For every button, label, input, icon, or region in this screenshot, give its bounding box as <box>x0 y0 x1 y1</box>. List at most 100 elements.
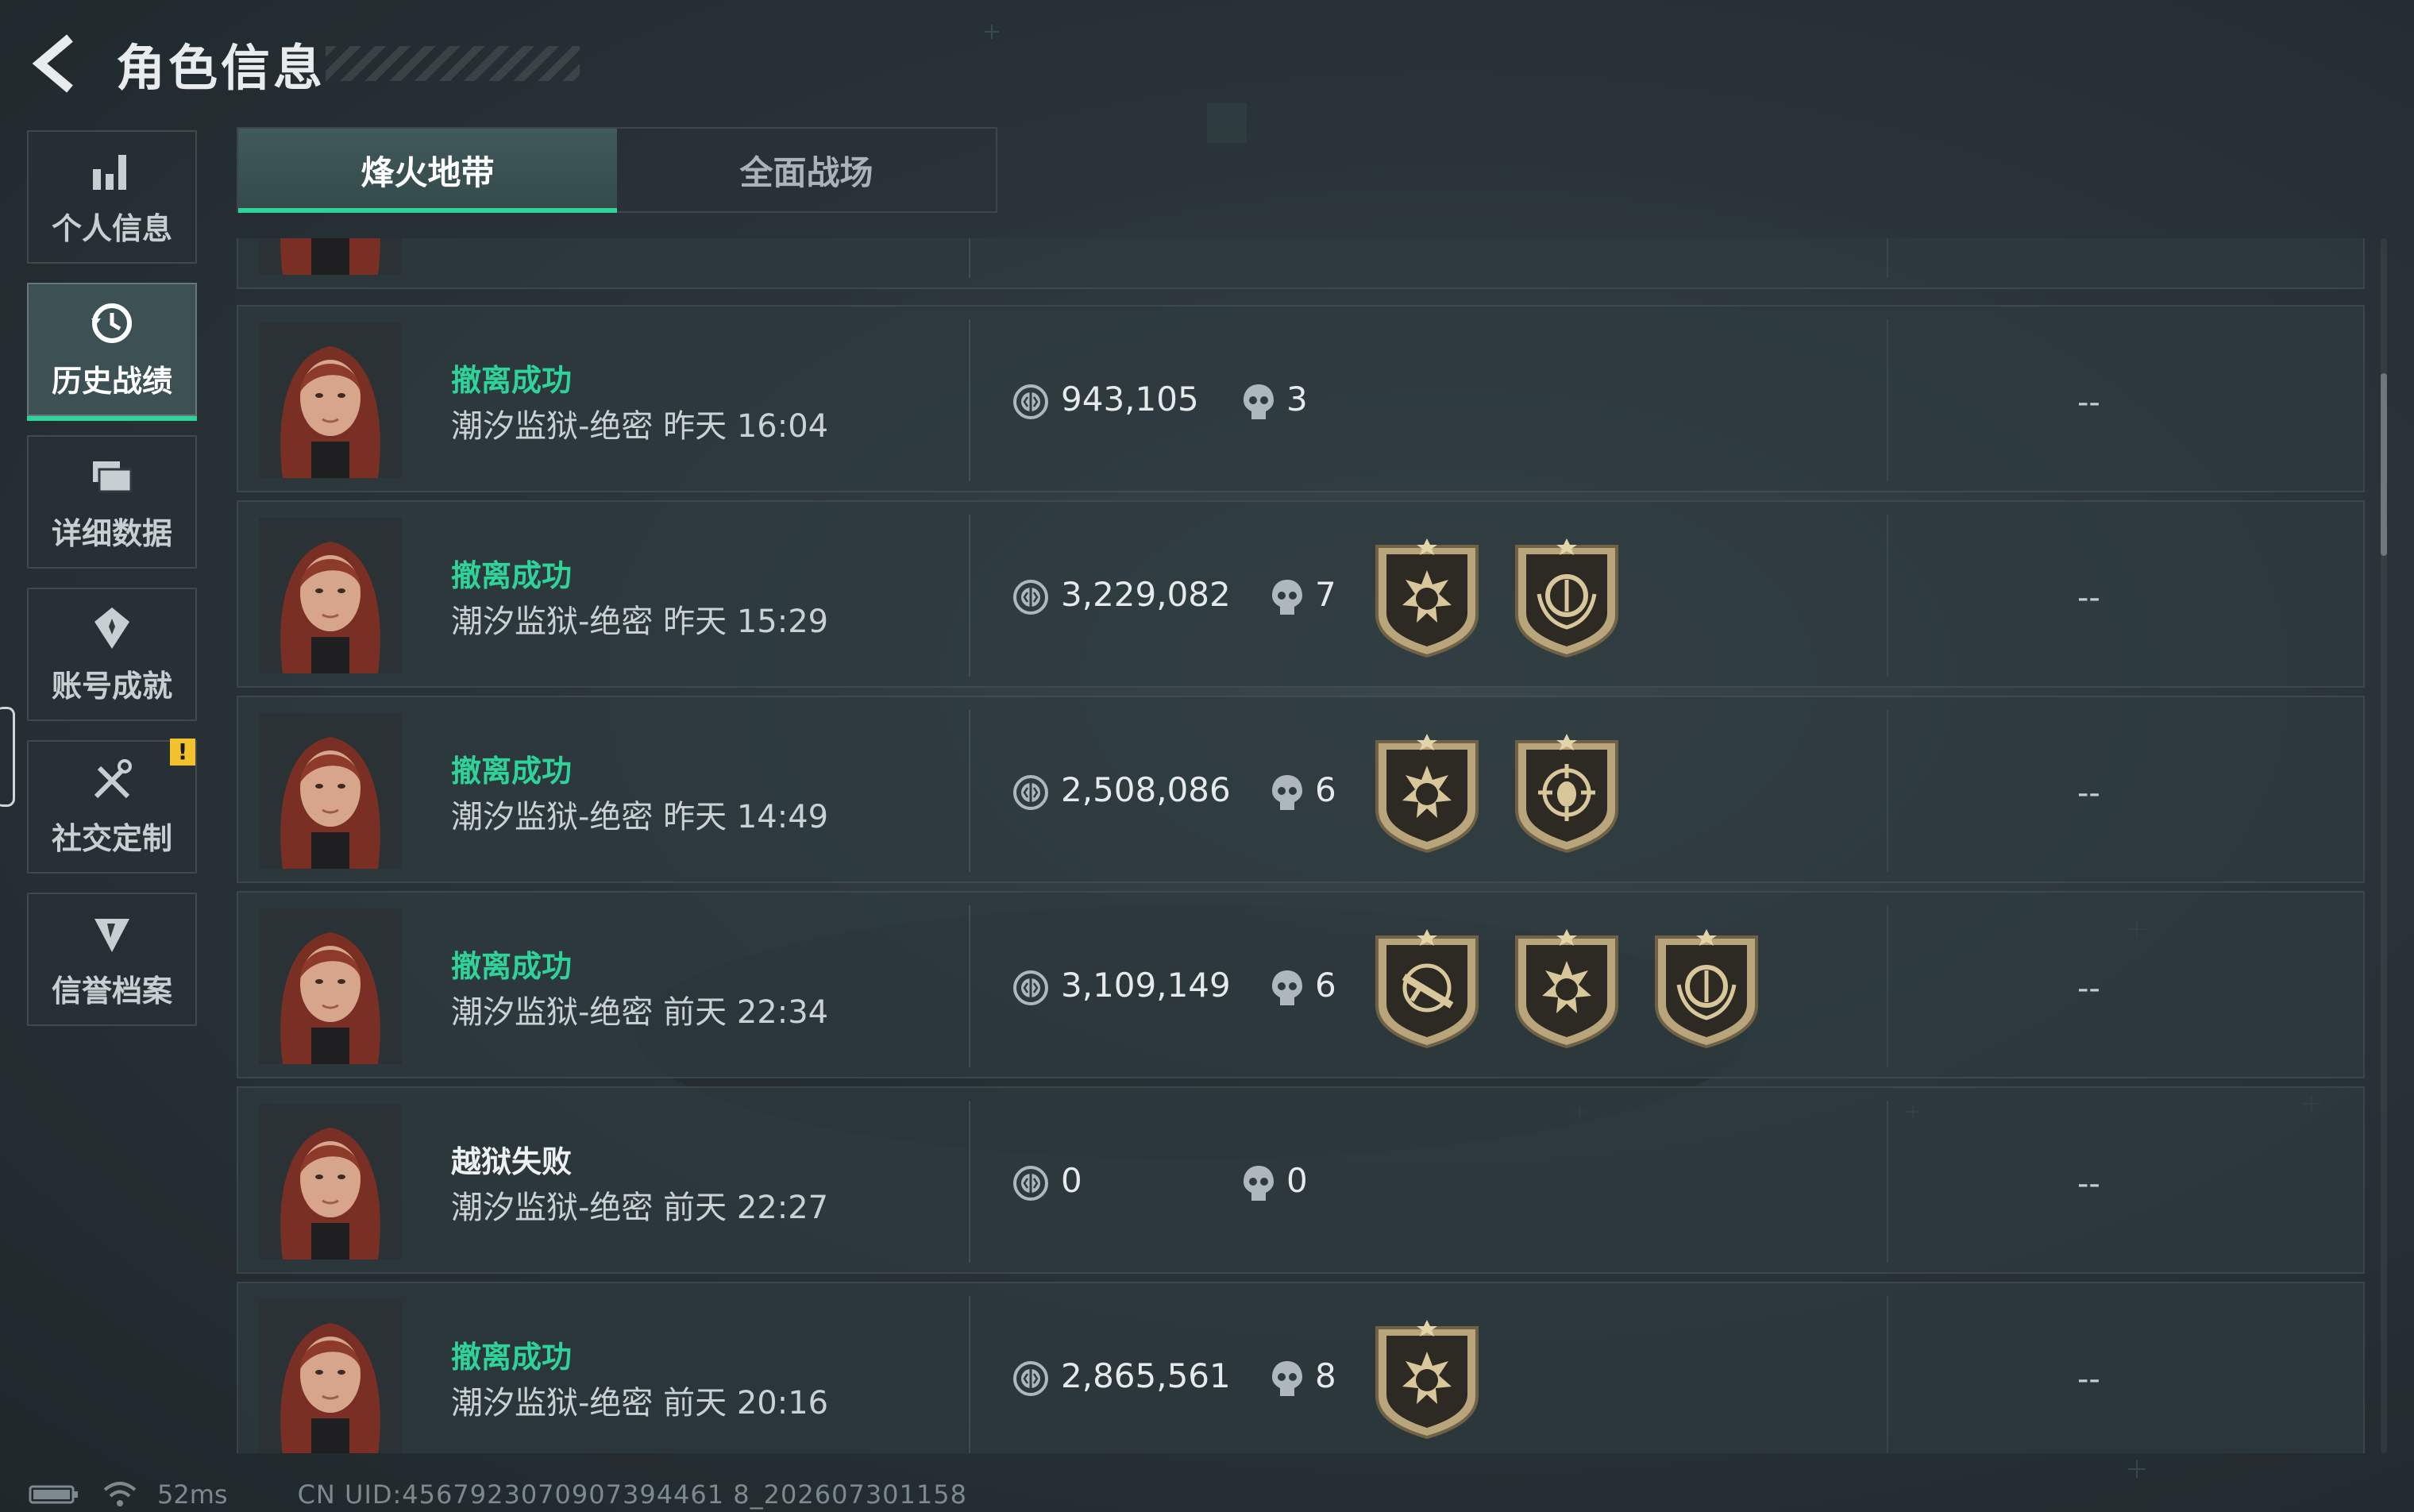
bar-chart-icon <box>93 154 126 190</box>
nav-label: 社交定制 <box>51 820 172 856</box>
nav-item-details[interactable]: 详细数据 <box>27 435 197 569</box>
skull-icon <box>1271 578 1304 616</box>
avatar <box>259 238 402 275</box>
loot-value: 943,105 <box>1061 380 1199 418</box>
rating-value: -- <box>2077 1166 2100 1202</box>
rating-value: -- <box>2077 580 2100 616</box>
column-divider <box>969 710 970 872</box>
kill-count: 7 <box>1315 575 1336 614</box>
rating-value: -- <box>2077 970 2100 1007</box>
folder-icon <box>93 461 133 492</box>
extraction-status: 撤离成功 <box>451 363 573 398</box>
title-decoration <box>326 46 580 81</box>
skull-icon <box>1242 383 1275 421</box>
column-divider <box>1887 515 1888 677</box>
map-and-time: 潮汐监狱-绝密 前天 22:27 <box>451 1190 829 1226</box>
page-header: 角色信息 <box>29 24 580 103</box>
map-and-time: 潮汐监狱-绝密 前天 20:16 <box>451 1385 829 1421</box>
ping-text: 52ms <box>157 1479 228 1510</box>
kill-count: 6 <box>1315 770 1336 809</box>
page-title: 角色信息 <box>116 39 326 97</box>
skull-icon <box>1271 773 1304 812</box>
map-and-time: 潮汐监狱-绝密 前天 22:34 <box>451 994 829 1031</box>
extraction-status: 撤离成功 <box>451 1340 573 1375</box>
loot-value: 0 <box>1061 1161 1082 1200</box>
kill-count: 3 <box>1286 380 1308 418</box>
loot-value: 3,229,082 <box>1061 575 1231 614</box>
scrollbar-thumb[interactable] <box>2381 373 2387 556</box>
match-row[interactable]: 撤离成功 潮汐监狱-绝密 昨天 15:29 3,229,082 7 -- <box>237 500 2365 688</box>
extraction-status: 撤离成功 <box>451 754 573 789</box>
laurel-coin-medal-icon[interactable] <box>1512 538 1622 658</box>
column-divider <box>969 1296 970 1453</box>
match-history-list[interactable]: 撤离成功 潮汐监狱-绝密 昨天 16:04 943,105 3 -- 撤离成功 … <box>237 238 2365 1453</box>
match-row[interactable]: 撤离成功 潮汐监狱-绝密 前天 22:34 3,109,149 6 -- <box>237 891 2365 1078</box>
nav-item-credit[interactable]: 信誉档案 <box>27 893 197 1026</box>
extraction-status: 撤离成功 <box>451 558 573 593</box>
nav-item-social[interactable]: 社交定制 ! <box>27 739 197 874</box>
coin-icon <box>1012 383 1050 421</box>
nav-label: 历史战绩 <box>51 363 172 399</box>
battery-icon <box>29 1485 78 1504</box>
side-navigation: 个人信息 历史战绩 详细数据 账号成就 社交定制 ! 信誉档案 <box>27 130 200 1045</box>
match-row[interactable]: 撤离成功 潮汐监狱-绝密 昨天 16:04 943,105 3 -- <box>237 305 2365 492</box>
back-arrow-icon[interactable] <box>29 32 84 95</box>
avatar <box>259 518 402 673</box>
nav-item-profile[interactable]: 个人信息 <box>27 130 197 264</box>
column-divider <box>1887 319 1888 481</box>
nav-label: 个人信息 <box>51 210 172 246</box>
match-row[interactable]: 撤离成功 潮汐监狱-绝密 昨天 14:49 2,508,086 6 -- <box>237 696 2365 883</box>
column-divider <box>969 1101 970 1263</box>
uid-text: CN UID:4567923070907394461 8_20260730115… <box>297 1479 967 1510</box>
rating-value: -- <box>2077 384 2100 421</box>
avatar <box>259 1299 402 1453</box>
coin-icon <box>1012 1360 1050 1398</box>
kill-count: 0 <box>1286 1161 1308 1200</box>
kill-count: 6 <box>1315 966 1336 1005</box>
column-divider <box>969 515 970 677</box>
extraction-status: 撤离成功 <box>451 949 573 984</box>
loot-value: 2,865,561 <box>1061 1356 1231 1395</box>
wifi-icon <box>103 1482 137 1506</box>
mode-tabs: 烽火地带 全面战场 <box>237 127 997 213</box>
match-row-partial[interactable] <box>237 238 2365 289</box>
achievement-icon <box>94 607 129 649</box>
column-divider <box>969 238 970 278</box>
nav-item-history[interactable]: 历史战绩 <box>27 283 197 421</box>
skull-burst-medal-icon[interactable] <box>1372 734 1482 853</box>
map-and-time: 潮汐监狱-绝密 昨天 14:49 <box>451 799 829 835</box>
skull-icon <box>1242 1164 1275 1202</box>
loot-value: 3,109,149 <box>1061 966 1231 1005</box>
match-row[interactable]: 撤离成功 潮汐监狱-绝密 前天 20:16 2,865,561 8 -- <box>237 1282 2365 1453</box>
history-clock-icon <box>91 303 132 343</box>
rating-value: -- <box>2077 775 2100 812</box>
crosshair-mask-medal-icon[interactable] <box>1512 734 1622 853</box>
loot-value: 2,508,086 <box>1061 770 1231 809</box>
column-divider <box>1887 905 1888 1067</box>
skull-burst-medal-icon[interactable] <box>1512 929 1622 1048</box>
credit-shield-icon <box>94 918 129 952</box>
rating-value: -- <box>2077 1361 2100 1398</box>
nav-label: 详细数据 <box>51 515 172 551</box>
laurel-coin-medal-icon[interactable] <box>1652 929 1761 1048</box>
tools-icon <box>94 758 132 798</box>
match-row[interactable]: 越狱失败 潮汐监狱-绝密 前天 22:27 0 0 -- <box>237 1086 2365 1274</box>
kill-count: 8 <box>1315 1356 1336 1395</box>
coin-icon <box>1012 1164 1050 1202</box>
avatar <box>259 713 402 869</box>
nav-item-achievements[interactable]: 账号成就 <box>27 588 197 721</box>
coin-icon <box>1012 773 1050 812</box>
skull-burst-medal-icon[interactable] <box>1372 1320 1482 1439</box>
rifle-crosshair-medal-icon[interactable] <box>1372 929 1482 1048</box>
side-drawer-handle[interactable] <box>0 707 15 807</box>
column-divider <box>969 319 970 481</box>
nav-label: 账号成就 <box>51 668 172 704</box>
avatar <box>259 322 402 478</box>
column-divider <box>1887 1296 1888 1453</box>
tab-warzone[interactable]: 烽火地带 <box>238 129 617 213</box>
alert-badge: ! <box>170 739 195 766</box>
tab-full-battlefield[interactable]: 全面战场 <box>617 129 996 211</box>
coin-icon <box>1012 578 1050 616</box>
skull-burst-medal-icon[interactable] <box>1372 538 1482 658</box>
column-divider <box>1887 238 1888 278</box>
